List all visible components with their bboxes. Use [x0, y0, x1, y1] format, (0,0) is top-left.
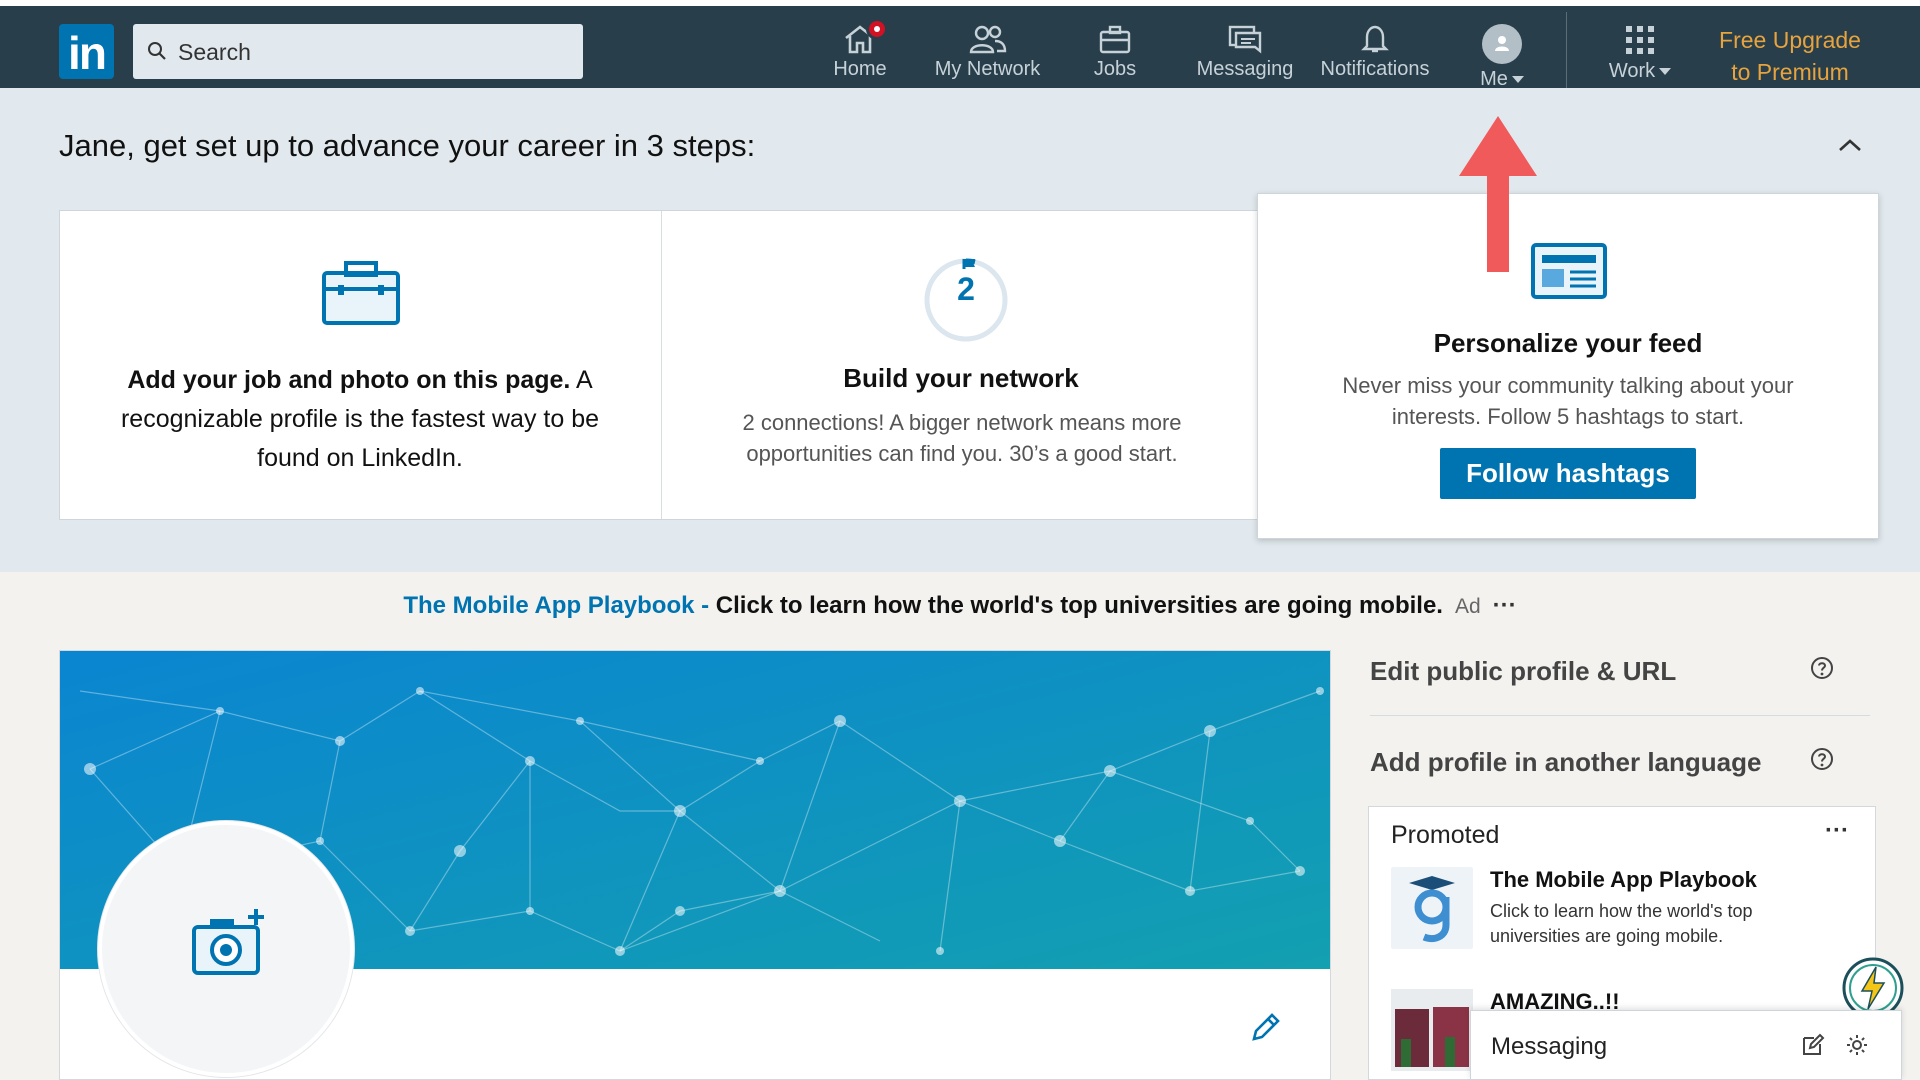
nav-notifications[interactable]: Notifications [1315, 24, 1435, 90]
user-silhouette-icon [1495, 36, 1509, 51]
more-options-icon[interactable]: ··· [1493, 592, 1517, 619]
nav-messaging-label: Messaging [1196, 58, 1294, 80]
messaging-overlay[interactable]: Messaging [1470, 1010, 1902, 1080]
ad-link[interactable]: The Mobile App Playbook - [403, 592, 709, 619]
global-nav: in Search Home My Network Jobs Messaging… [0, 6, 1920, 94]
rail-divider [1370, 715, 1870, 716]
follow-hashtags-button[interactable]: Follow hashtags [1440, 448, 1696, 499]
premium-line-2: to Premium [1731, 59, 1849, 85]
search-input[interactable]: Search [133, 24, 583, 79]
nav-my-network-label: My Network [934, 58, 1041, 80]
gear-icon[interactable] [1845, 1033, 1869, 1057]
briefcase-icon [322, 261, 400, 325]
nav-messaging[interactable]: Messaging [1193, 24, 1297, 90]
notification-badge [866, 18, 888, 40]
nav-work[interactable]: Work [1600, 24, 1680, 90]
camera-plus-icon [192, 909, 264, 975]
nav-jobs-label: Jobs [1093, 58, 1137, 80]
nav-jobs[interactable]: Jobs [1085, 24, 1145, 90]
nav-notifications-label: Notifications [1320, 58, 1430, 80]
briefcase-icon [1099, 25, 1131, 54]
progress-count: 2 [957, 271, 975, 307]
network-icon [969, 25, 1006, 54]
edit-public-profile-link[interactable]: Edit public profile & URL [1370, 656, 1676, 687]
bell-icon [1361, 25, 1389, 53]
edit-pencil-icon[interactable] [1248, 1011, 1282, 1045]
card-build-network-desc: 2 connections! A bigger network means mo… [742, 410, 1182, 466]
ad-text: Click to learn how the world's top unive… [709, 592, 1443, 619]
avatar [1482, 24, 1522, 64]
help-icon[interactable] [1810, 656, 1834, 680]
help-icon[interactable] [1810, 747, 1834, 771]
nav-divider [1566, 12, 1567, 94]
messaging-label: Messaging [1491, 1033, 1608, 1060]
ad-label: Ad [1454, 595, 1481, 618]
onboarding-title: Jane, get set up to advance your career … [59, 128, 756, 163]
newspaper-icon [1531, 243, 1607, 299]
nav-home[interactable]: Home [830, 18, 890, 90]
promo-description: Click to learn how the world's top unive… [1490, 901, 1753, 946]
nav-me[interactable]: Me [1470, 24, 1534, 90]
profile-card [59, 650, 1331, 1080]
card-add-job-photo-text: Add your job and photo on this page. A r… [120, 366, 600, 472]
mobile-app-playbook-logo [1409, 876, 1455, 942]
promo-title[interactable]: The Mobile App Playbook [1490, 867, 1757, 893]
promo-thumbnail [1391, 989, 1473, 1071]
add-profile-photo[interactable] [98, 821, 354, 1077]
sponsored-text-ad[interactable]: The Mobile App Playbook - Click to learn… [0, 592, 1920, 620]
card-build-network-title: Build your network [843, 363, 1079, 393]
card-build-network[interactable]: 2 Build your network 2 connections! A bi… [662, 211, 1260, 519]
linkedin-logo[interactable]: in [59, 24, 114, 79]
nav-my-network[interactable]: My Network [930, 24, 1045, 90]
promo-image[interactable] [1391, 989, 1473, 1071]
messaging-icon [1228, 25, 1262, 54]
add-profile-language-link[interactable]: Add profile in another language [1370, 747, 1761, 778]
chevron-down-icon [1659, 68, 1672, 76]
search-placeholder: Search [178, 39, 251, 65]
premium-line-1: Free Upgrade [1719, 27, 1861, 53]
arrow-up-annotation-icon [1459, 116, 1537, 272]
compose-icon[interactable] [1801, 1033, 1825, 1057]
search-icon [148, 42, 166, 60]
chevron-down-icon [1511, 76, 1524, 84]
card-personalize-feed[interactable]: Personalize your feed Never miss your co… [1257, 193, 1879, 539]
card-personalize-feed-desc: Never miss your community talking about … [1342, 373, 1794, 429]
nav-home-label: Home [833, 58, 887, 80]
grid-icon [1626, 26, 1654, 54]
promo-logo[interactable] [1391, 867, 1473, 949]
more-options-icon[interactable]: ··· [1825, 817, 1849, 845]
promoted-header: Promoted [1391, 821, 1500, 849]
card-add-job-photo[interactable]: Add your job and photo on this page. A r… [60, 211, 662, 519]
card-personalize-feed-title: Personalize your feed [1433, 328, 1703, 358]
premium-upsell-link[interactable]: Free Upgrade to Premium [1700, 24, 1880, 88]
chevron-up-icon[interactable] [1838, 138, 1862, 152]
onboarding-cards: Add your job and photo on this page. A r… [59, 210, 1259, 520]
nav-work-label: Work [1600, 60, 1680, 83]
